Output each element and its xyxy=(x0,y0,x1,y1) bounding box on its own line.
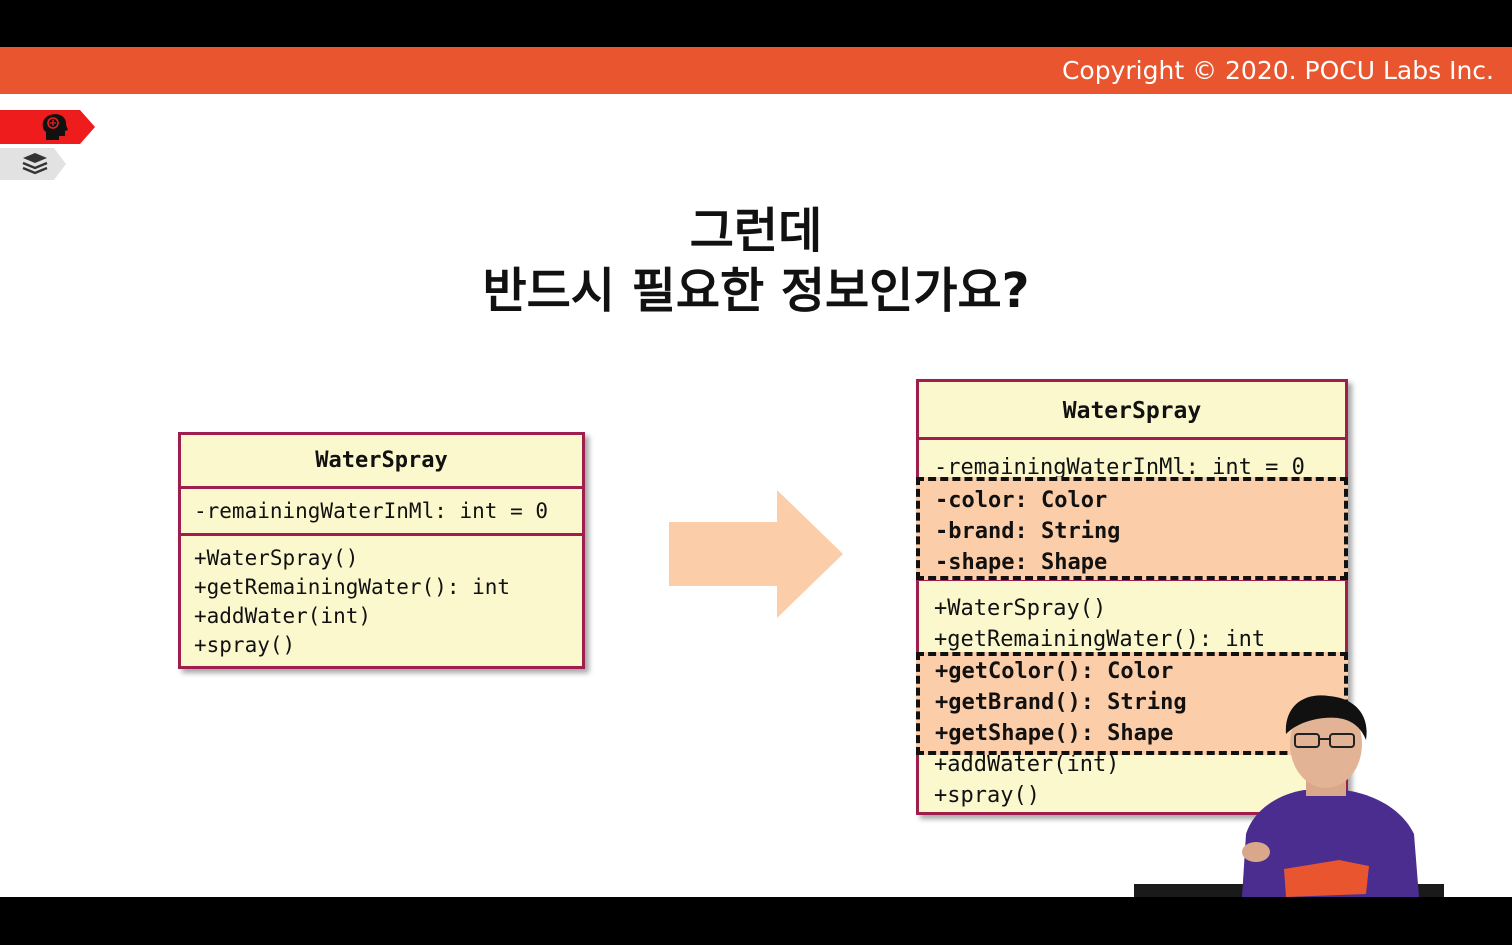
presenter-video xyxy=(1134,695,1444,897)
slide-content: 그런데 반드시 필요한 정보인가요? WaterSpray -remaining… xyxy=(0,94,1512,897)
uml-class-name: WaterSpray xyxy=(1062,398,1202,424)
uml-operation: +getRemainingWater(): int xyxy=(194,575,511,599)
uml-operation: +spray() xyxy=(194,633,296,657)
uml-operation: +getRemainingWater(): int xyxy=(934,627,1266,652)
book-stack-icon xyxy=(22,153,48,175)
uml-attributes: -remainingWaterInMl: int = 0 xyxy=(181,489,582,533)
uml-operation: +addWater(int) xyxy=(194,604,372,628)
uml-attribute: -shape: Shape xyxy=(935,550,1108,575)
brain-head-icon xyxy=(42,114,68,140)
right-arrow-icon xyxy=(669,490,843,618)
copyright-text: Copyright © 2020. POCU Labs Inc. xyxy=(1061,56,1494,85)
letterbox-top xyxy=(0,0,1512,47)
uml-attribute: -remainingWaterInMl: int = 0 xyxy=(194,499,549,523)
uml-operation: +WaterSpray() xyxy=(194,546,359,570)
header-bar: Copyright © 2020. POCU Labs Inc. xyxy=(0,47,1512,94)
uml-attribute: -brand: String xyxy=(935,519,1121,544)
uml-operation: +getColor(): Color xyxy=(935,659,1174,684)
slide-title-line1: 그런데 xyxy=(689,203,823,259)
added-attributes-highlight: -color: Color -brand: String -shape: Sha… xyxy=(916,477,1348,580)
slide-title-line2: 반드시 필요한 정보인가요? xyxy=(482,263,1030,319)
lecture-slide: Copyright © 2020. POCU Labs Inc. 그런데 반드시… xyxy=(0,0,1512,945)
letterbox-bottom xyxy=(0,897,1512,945)
uml-attribute: -color: Color xyxy=(935,488,1108,513)
uml-class-name: WaterSpray xyxy=(315,448,448,473)
uml-class-left: WaterSpray -remainingWaterInMl: int = 0 … xyxy=(178,432,585,669)
uml-operations: +WaterSpray() +getRemainingWater(): int … xyxy=(181,536,582,660)
uml-attributes: -remainingWaterInMl: int = 0 -color: Col… xyxy=(916,440,1348,580)
uml-operation: +WaterSpray() xyxy=(934,596,1107,621)
